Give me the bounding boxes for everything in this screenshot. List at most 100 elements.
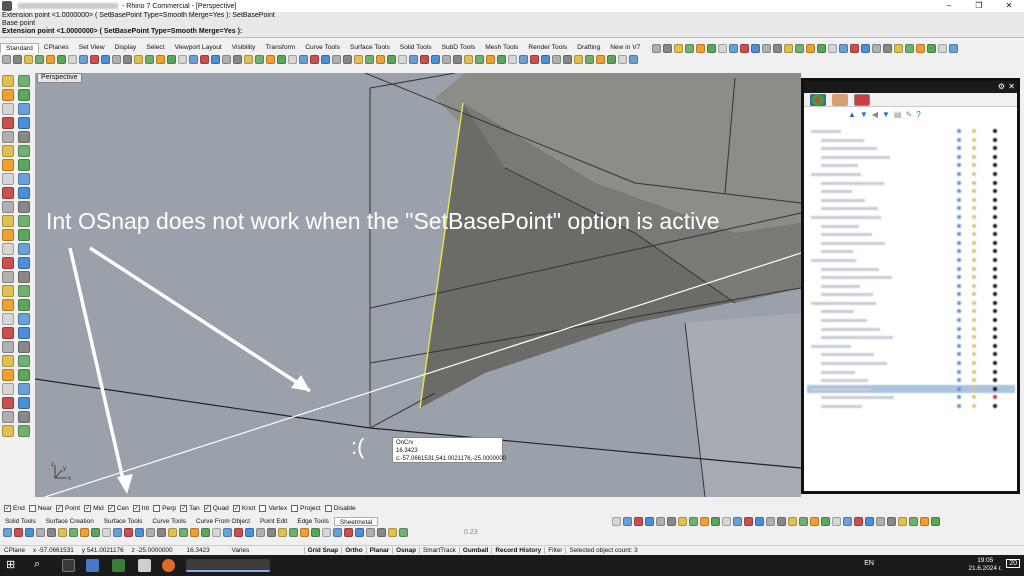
left-tool-icon[interactable]	[18, 383, 30, 395]
layer-color-swatch[interactable]	[993, 300, 997, 305]
toolbar-tool-icon[interactable]	[839, 44, 848, 53]
bottom-right-tool-icon[interactable]	[612, 517, 621, 526]
toolbar-tool-icon[interactable]	[773, 44, 782, 53]
toolbar-tool-icon[interactable]	[167, 55, 176, 64]
bottom-right-tool-icon[interactable]	[920, 517, 929, 526]
toolbar-tool-icon[interactable]	[46, 55, 55, 64]
toolbar-tool-icon[interactable]	[674, 44, 683, 53]
close-button[interactable]: ✕	[994, 0, 1024, 12]
left-tool-icon[interactable]	[2, 201, 14, 213]
left-tool-icon[interactable]	[18, 369, 30, 381]
layer-visible-icon[interactable]	[957, 197, 961, 202]
left-tool-icon[interactable]	[18, 103, 30, 115]
toolbar-tool-icon[interactable]	[420, 55, 429, 64]
windows-start-icon[interactable]: ⊞	[6, 558, 15, 571]
perspective-viewport[interactable]: z x y	[35, 73, 801, 497]
left-tool-icon[interactable]	[2, 313, 14, 325]
osnap-option-project[interactable]: Project	[291, 505, 321, 512]
toolbar-tool-icon[interactable]	[112, 55, 121, 64]
layer-visible-icon[interactable]	[957, 249, 961, 254]
tab-surface-tools-bottom[interactable]: Surface Tools	[99, 517, 148, 526]
toolbar-tool-icon[interactable]	[508, 55, 517, 64]
left-tool-icon[interactable]	[2, 271, 14, 283]
left-tool-icon[interactable]	[2, 425, 14, 437]
layer-visible-icon[interactable]	[957, 386, 961, 391]
toolbar-tool-icon[interactable]	[905, 44, 914, 53]
planar-toggle[interactable]: Planar	[365, 547, 393, 554]
layer-lock-icon[interactable]	[972, 206, 976, 211]
left-tool-icon[interactable]	[2, 229, 14, 241]
toolbar-tool-icon[interactable]	[574, 55, 583, 64]
layer-row[interactable]	[807, 299, 1015, 308]
layer-color-swatch[interactable]	[993, 361, 997, 366]
left-tool-icon[interactable]	[2, 285, 14, 297]
osnap-toggle[interactable]: Osnap	[392, 547, 419, 554]
bottom-tool-icon[interactable]	[146, 528, 155, 537]
layers-tab-icon[interactable]	[854, 93, 870, 106]
bottom-tool-icon[interactable]	[344, 528, 353, 537]
layer-visible-icon[interactable]	[957, 129, 961, 133]
bottom-tool-icon[interactable]	[322, 528, 331, 537]
layer-color-swatch[interactable]	[993, 378, 997, 383]
toolbar-tool-icon[interactable]	[663, 44, 672, 53]
smarttrack-toggle[interactable]: SmartTrack	[419, 547, 459, 554]
tab-viewport-layout[interactable]: Viewport Layout	[170, 43, 227, 53]
osnap-option-knot[interactable]: ✓ Knot	[232, 505, 255, 512]
layer-visible-icon[interactable]	[957, 395, 961, 400]
toolbar-tool-icon[interactable]	[685, 44, 694, 53]
layer-color-swatch[interactable]	[993, 249, 997, 254]
layer-row[interactable]	[807, 342, 1015, 351]
layer-visible-icon[interactable]	[957, 214, 961, 219]
toolbar-tool-icon[interactable]	[156, 55, 165, 64]
left-tool-icon[interactable]	[18, 187, 30, 199]
layer-color-swatch[interactable]	[993, 154, 997, 159]
maximize-button[interactable]: ❐	[964, 0, 994, 12]
toolbar-tool-icon[interactable]	[894, 44, 903, 53]
tab-curve-tools-bottom[interactable]: Curve Tools	[147, 517, 191, 526]
clock[interactable]: 19:05 21.6.2024 г.	[968, 557, 1002, 573]
osnap-option-disable[interactable]: Disable	[324, 505, 356, 512]
bottom-tool-icon[interactable]	[201, 528, 210, 537]
layer-color-swatch[interactable]	[993, 257, 997, 262]
bottom-tool-icon[interactable]	[25, 528, 34, 537]
layer-visible-icon[interactable]	[957, 266, 961, 271]
bottom-right-tool-icon[interactable]	[810, 517, 819, 526]
toolbar-tool-icon[interactable]	[79, 55, 88, 64]
layer-lock-icon[interactable]	[972, 335, 976, 340]
toolbar-tool-icon[interactable]	[618, 55, 627, 64]
left-tool-icon[interactable]	[2, 215, 14, 227]
layer-color-swatch[interactable]	[993, 206, 997, 211]
bottom-tool-icon[interactable]	[168, 528, 177, 537]
layer-color-swatch[interactable]	[993, 326, 997, 331]
bottom-tool-icon[interactable]	[36, 528, 45, 537]
bottom-tool-icon[interactable]	[80, 528, 89, 537]
bottom-tool-icon[interactable]	[69, 528, 78, 537]
toolbar-tool-icon[interactable]	[145, 55, 154, 64]
toolbar-tool-icon[interactable]	[696, 44, 705, 53]
left-tool-icon[interactable]	[18, 271, 30, 283]
toolbar-tool-icon[interactable]	[266, 55, 275, 64]
layer-row[interactable]	[807, 127, 1015, 136]
osnap-checkbox[interactable]	[291, 505, 299, 512]
osnap-option-perp[interactable]: Perp	[153, 505, 176, 512]
layer-row[interactable]	[807, 230, 1015, 239]
bottom-tool-icon[interactable]	[157, 528, 166, 537]
layer-lock-icon[interactable]	[972, 318, 976, 323]
toolbar-tool-icon[interactable]	[541, 55, 550, 64]
layer-visible-icon[interactable]	[957, 352, 961, 357]
left-tool-icon[interactable]	[2, 173, 14, 185]
toolbar-tool-icon[interactable]	[2, 55, 11, 64]
tab-point-edit[interactable]: Point Edit	[255, 517, 292, 526]
left-tool-icon[interactable]	[2, 257, 14, 269]
layer-color-swatch[interactable]	[993, 146, 997, 151]
move-left-icon[interactable]: ◀	[872, 110, 878, 119]
bottom-tool-icon[interactable]	[333, 528, 342, 537]
layer-row[interactable]	[807, 325, 1015, 334]
layer-lock-icon[interactable]	[972, 326, 976, 331]
layer-color-swatch[interactable]	[993, 369, 997, 374]
layer-lock-icon[interactable]	[972, 214, 976, 219]
toolbar-tool-icon[interactable]	[200, 55, 209, 64]
layer-visible-icon[interactable]	[957, 154, 961, 159]
toolbar-tool-icon[interactable]	[343, 55, 352, 64]
left-tool-icon[interactable]	[2, 397, 14, 409]
